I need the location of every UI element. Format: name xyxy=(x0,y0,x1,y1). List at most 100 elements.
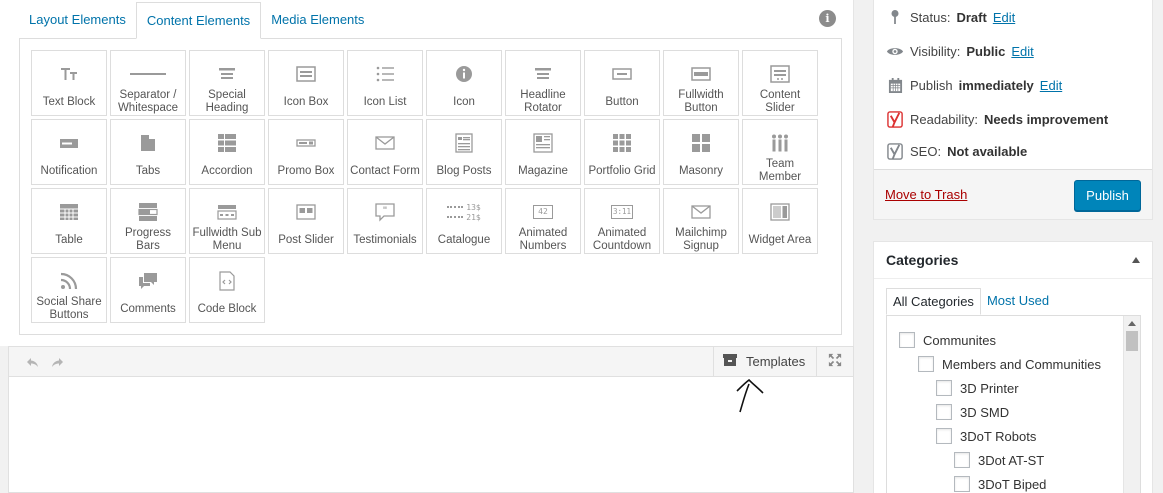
element-label: Headline Rotator xyxy=(520,89,566,114)
element-label: Magazine xyxy=(518,164,568,177)
catalogue-price-2: 21$ xyxy=(466,212,481,222)
category-item[interactable]: 3D SMD xyxy=(936,404,1009,420)
element-animated-numbers[interactable]: 42 Animated Numbers xyxy=(505,188,581,254)
templates-label: Templates xyxy=(746,354,806,369)
category-item[interactable]: 3D Printer xyxy=(936,380,1019,396)
category-checkbox[interactable] xyxy=(936,428,952,444)
tab-media-elements[interactable]: Media Elements xyxy=(261,2,374,39)
element-button[interactable]: Button xyxy=(584,50,660,116)
templates-button[interactable]: Templates xyxy=(713,347,816,376)
visibility-value: Public xyxy=(966,43,1006,59)
publish-label: Publish xyxy=(910,77,953,93)
text-block-icon xyxy=(59,59,79,89)
category-checkbox[interactable] xyxy=(936,380,952,396)
element-headline-rotator[interactable]: Headline Rotator xyxy=(505,50,581,116)
tab-all-categories[interactable]: All Categories xyxy=(886,288,981,315)
element-mailchimp-signup[interactable]: Mailchimp Signup xyxy=(663,188,739,254)
category-checkbox[interactable] xyxy=(954,452,970,468)
publish-button[interactable]: Publish xyxy=(1074,180,1141,211)
visibility-edit-link[interactable]: Edit xyxy=(1011,44,1033,59)
element-fullwidth-sub-menu[interactable]: Fullwidth Sub Menu xyxy=(189,188,265,254)
category-item[interactable]: Members and Communities xyxy=(918,356,1101,372)
element-social-share-buttons[interactable]: Social Share Buttons xyxy=(31,257,107,323)
editor-content-area[interactable] xyxy=(8,377,854,493)
element-promo-box[interactable]: Promo Box xyxy=(268,119,344,185)
category-checkbox[interactable] xyxy=(936,404,952,420)
element-special-heading[interactable]: Special Heading xyxy=(189,50,265,116)
calendar-icon xyxy=(886,76,904,94)
category-checkbox[interactable] xyxy=(899,332,915,348)
redo-icon[interactable] xyxy=(50,355,64,369)
element-contact-form[interactable]: Contact Form xyxy=(347,119,423,185)
button-icon xyxy=(612,59,632,89)
grid-icon xyxy=(612,128,632,158)
element-separator[interactable]: Separator / Whitespace xyxy=(110,50,186,116)
category-checkbox[interactable] xyxy=(954,476,970,492)
element-label: Icon xyxy=(453,95,475,108)
element-notification[interactable]: Notification xyxy=(31,119,107,185)
element-label: Content Slider xyxy=(759,89,801,114)
element-catalogue[interactable]: 13$ 21$ Catalogue xyxy=(426,188,502,254)
scroll-thumb[interactable] xyxy=(1126,331,1138,351)
element-label: Table xyxy=(55,233,83,246)
element-icon-box[interactable]: Icon Box xyxy=(268,50,344,116)
tab-layout-elements[interactable]: Layout Elements xyxy=(19,2,136,39)
element-testimonials[interactable]: " Testimonials xyxy=(347,188,423,254)
element-icon[interactable]: Icon xyxy=(426,50,502,116)
element-comments[interactable]: Comments xyxy=(110,257,186,323)
element-accordion[interactable]: Accordion xyxy=(189,119,265,185)
category-item[interactable]: Communites xyxy=(899,332,996,348)
category-label: 3DoT Robots xyxy=(960,428,1037,444)
fullscreen-expand-button[interactable] xyxy=(816,347,853,376)
element-tabs[interactable]: Tabs xyxy=(110,119,186,185)
status-label: Status: xyxy=(910,9,951,25)
publish-time-edit-link[interactable]: Edit xyxy=(1040,78,1062,93)
category-item[interactable]: 3DoT Biped xyxy=(954,476,1046,492)
svg-text:": " xyxy=(383,206,388,216)
separator-icon xyxy=(130,59,166,89)
status-edit-link[interactable]: Edit xyxy=(993,10,1015,25)
element-post-slider[interactable]: Post Slider xyxy=(268,188,344,254)
element-progress-bars[interactable]: Progress Bars xyxy=(110,188,186,254)
countdown-icon: 3:11 xyxy=(611,197,633,227)
element-label: Separator / Whitespace xyxy=(117,89,179,114)
tab-most-used[interactable]: Most Used xyxy=(981,288,1055,315)
element-team-member[interactable]: Team Member xyxy=(742,119,818,185)
category-label: 3Dot AT-ST xyxy=(978,452,1045,468)
categories-header[interactable]: Categories xyxy=(874,242,1152,279)
element-table[interactable]: Table xyxy=(31,188,107,254)
element-masonry[interactable]: Masonry xyxy=(663,119,739,185)
comments-icon xyxy=(138,266,158,296)
info-circle-icon xyxy=(454,59,474,89)
category-checkbox[interactable] xyxy=(918,356,934,372)
element-blog-posts[interactable]: Blog Posts xyxy=(426,119,502,185)
undo-icon[interactable] xyxy=(26,355,40,369)
category-label: Members and Communities xyxy=(942,356,1101,372)
element-animated-countdown[interactable]: 3:11 Animated Countdown xyxy=(584,188,660,254)
element-label: Code Block xyxy=(197,302,257,315)
info-icon[interactable]: i xyxy=(819,10,836,27)
scroll-up-arrow-icon[interactable] xyxy=(1128,321,1136,326)
element-icon-list[interactable]: Icon List xyxy=(347,50,423,116)
yoast-red-icon xyxy=(886,110,904,128)
element-content-slider[interactable]: Content Slider xyxy=(742,50,818,116)
element-label: Testimonials xyxy=(353,233,417,246)
category-item[interactable]: 3Dot AT-ST xyxy=(954,452,1044,468)
category-label: Communites xyxy=(923,332,996,348)
element-label: Icon List xyxy=(363,95,407,108)
element-label: Blog Posts xyxy=(436,164,492,177)
element-label: Progress Bars xyxy=(124,227,172,252)
category-scrollbar[interactable] xyxy=(1123,316,1140,493)
category-item[interactable]: 3DoT Robots xyxy=(936,428,1036,444)
element-magazine[interactable]: Magazine xyxy=(505,119,581,185)
element-code-block[interactable]: Code Block xyxy=(189,257,265,323)
tab-content-elements[interactable]: Content Elements xyxy=(135,2,262,39)
element-fullwidth-button[interactable]: Fullwidth Button xyxy=(663,50,739,116)
element-text-block[interactable]: Text Block xyxy=(31,50,107,116)
elements-grid: Text Block Separator / Whitespace Specia… xyxy=(31,50,818,323)
element-widget-area[interactable]: Widget Area xyxy=(742,188,818,254)
element-portfolio-grid[interactable]: Portfolio Grid xyxy=(584,119,660,185)
collapse-arrow-icon[interactable] xyxy=(1132,257,1140,263)
yoast-gray-icon xyxy=(886,142,904,160)
move-to-trash-link[interactable]: Move to Trash xyxy=(885,187,967,202)
